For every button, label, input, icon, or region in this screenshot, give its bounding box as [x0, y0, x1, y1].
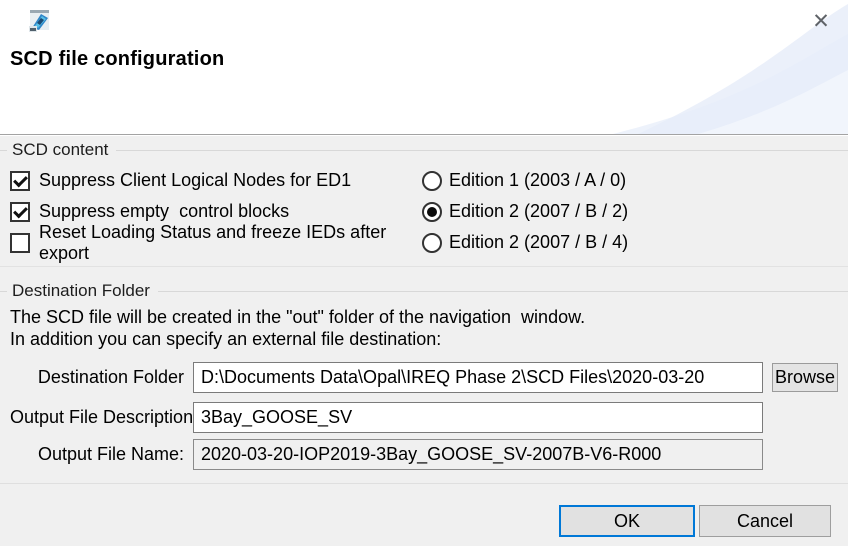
checkbox-column: Suppress Client Logical Nodes for ED1 Su… — [10, 165, 422, 258]
destination-folder-input[interactable] — [193, 362, 763, 393]
radio-label: Edition 2 (2007 / B / 2) — [449, 201, 628, 222]
destination-folder-group-title: Destination Folder — [10, 281, 838, 301]
dialog-content: SCD content Suppress Client Logical Node… — [0, 135, 848, 537]
radio-icon[interactable] — [422, 202, 442, 222]
checkbox-label: Reset Loading Status and freeze IEDs aft… — [39, 222, 422, 264]
checkbox-reset-loading-status[interactable]: Reset Loading Status and freeze IEDs aft… — [10, 227, 422, 258]
output-file-name-label: Output File Name: — [10, 444, 184, 465]
output-file-description-row: Output File Description — [10, 402, 838, 433]
app-icon — [29, 10, 50, 33]
destination-info: The SCD file will be created in the "out… — [10, 301, 838, 362]
group-label: SCD content — [12, 140, 108, 160]
scd-content-group: SCD content Suppress Client Logical Node… — [10, 135, 838, 267]
radio-icon[interactable] — [422, 171, 442, 191]
output-file-name-field — [193, 439, 763, 470]
checkbox-label: Suppress empty control blocks — [39, 201, 289, 222]
output-file-description-label: Output File Description — [10, 407, 184, 428]
scd-content-group-title: SCD content — [10, 140, 838, 160]
ok-button[interactable]: OK — [559, 505, 695, 537]
radio-icon[interactable] — [422, 233, 442, 253]
destination-folder-label: Destination Folder — [10, 367, 184, 388]
checkbox-icon[interactable] — [10, 171, 30, 191]
info-line-2: In addition you can specify an external … — [10, 328, 838, 350]
radio-label: Edition 1 (2003 / A / 0) — [449, 170, 626, 191]
group-label: Destination Folder — [12, 281, 150, 301]
destination-folder-group: Destination Folder The SCD file will be … — [10, 267, 838, 470]
radio-label: Edition 2 (2007 / B / 4) — [449, 232, 628, 253]
checkbox-label: Suppress Client Logical Nodes for ED1 — [39, 170, 351, 191]
cancel-button[interactable]: Cancel — [699, 505, 831, 537]
edition-radio-group: Edition 1 (2003 / A / 0) Edition 2 (2007… — [422, 165, 838, 258]
checkbox-icon[interactable] — [10, 233, 30, 253]
checkbox-suppress-client-logical-nodes[interactable]: Suppress Client Logical Nodes for ED1 — [10, 165, 422, 196]
browse-button[interactable]: Browse — [772, 363, 838, 392]
scd-file-configuration-dialog: ✕ SCD file configuration SCD content Sup… — [0, 0, 848, 546]
radio-edition-2-2007-b-4[interactable]: Edition 2 (2007 / B / 4) — [422, 227, 838, 258]
destination-folder-row: Destination Folder Browse — [10, 362, 838, 393]
radio-edition-2-2007-b-2[interactable]: Edition 2 (2007 / B / 2) — [422, 196, 838, 227]
output-file-description-input[interactable] — [193, 402, 763, 433]
checkbox-icon[interactable] — [10, 202, 30, 222]
radio-edition-1-2003-a-0[interactable]: Edition 1 (2003 / A / 0) — [422, 165, 838, 196]
close-button[interactable]: ✕ — [806, 6, 836, 36]
dialog-header: ✕ SCD file configuration — [0, 0, 848, 135]
dialog-title: SCD file configuration — [10, 48, 224, 71]
output-file-name-row: Output File Name: — [10, 439, 838, 470]
dialog-footer: OK Cancel — [10, 484, 838, 537]
close-icon: ✕ — [812, 9, 830, 33]
info-line-1: The SCD file will be created in the "out… — [10, 306, 838, 328]
scd-content-group-body: Suppress Client Logical Nodes for ED1 Su… — [0, 160, 848, 267]
